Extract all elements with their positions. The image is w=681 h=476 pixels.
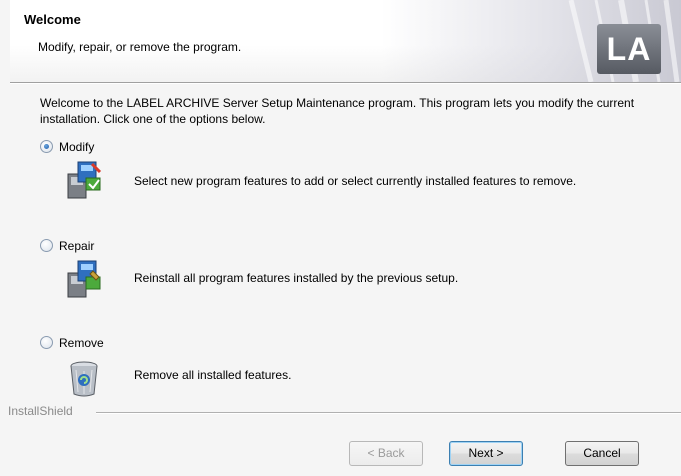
remove-radio[interactable]: [40, 336, 53, 350]
repair-radio[interactable]: [40, 239, 53, 253]
modify-radio[interactable]: [40, 140, 53, 154]
footer-separator: [96, 412, 681, 414]
intro-text: Welcome to the LABEL ARCHIVE Server Setu…: [40, 96, 635, 126]
remove-label[interactable]: Remove: [59, 336, 104, 350]
option-remove[interactable]: Remove: [40, 335, 104, 350]
setup-maintenance-dialog: Welcome Modify, repair, or remove the pr…: [0, 0, 681, 476]
next-button[interactable]: Next >: [449, 441, 523, 466]
header-subtitle: Modify, repair, or remove the program.: [38, 40, 242, 54]
label-archive-logo: LA: [597, 24, 661, 74]
cancel-button[interactable]: Cancel: [565, 441, 639, 466]
back-button[interactable]: < Back: [349, 441, 423, 466]
header-banner: Welcome Modify, repair, or remove the pr…: [10, 0, 681, 82]
option-modify[interactable]: Modify: [40, 139, 94, 154]
repair-label[interactable]: Repair: [59, 239, 94, 253]
modify-description: Select new program features to add or se…: [134, 174, 577, 188]
repair-description: Reinstall all program features installed…: [134, 271, 459, 285]
repair-setup-icon: [67, 260, 101, 298]
option-repair[interactable]: Repair: [40, 238, 94, 253]
recycle-bin-icon: [70, 361, 98, 397]
modify-label[interactable]: Modify: [59, 140, 94, 154]
header-title: Welcome: [24, 12, 81, 27]
remove-description: Remove all installed features.: [134, 368, 292, 382]
header-divider: [10, 82, 681, 84]
installshield-brand: InstallShield: [8, 404, 73, 418]
modify-setup-icon: [67, 161, 102, 199]
